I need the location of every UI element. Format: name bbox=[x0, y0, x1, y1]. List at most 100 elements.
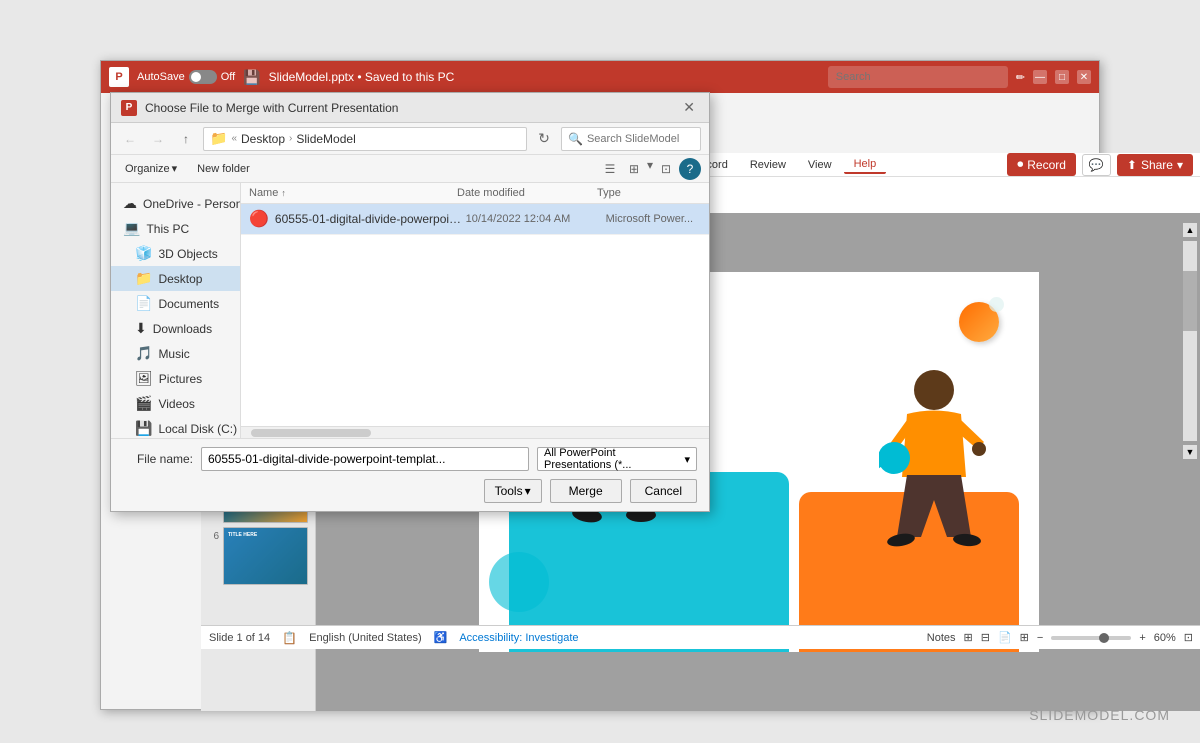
organize-button[interactable]: Organize ▾ bbox=[119, 160, 183, 177]
organize-label: Organize bbox=[125, 163, 170, 175]
zoom-out-btn[interactable]: − bbox=[1037, 632, 1043, 644]
file-type-dropdown[interactable]: All PowerPoint Presentations (*... ▾ bbox=[537, 447, 697, 471]
back-button[interactable]: ← bbox=[119, 128, 141, 150]
nav-videos-label: Videos bbox=[158, 397, 194, 411]
nav-videos[interactable]: 🎬 Videos bbox=[111, 391, 240, 416]
sort-arrow: ↑ bbox=[281, 188, 286, 198]
file-list-header: Name ↑ Date modified Type bbox=[241, 183, 709, 204]
tab-view[interactable]: View bbox=[798, 157, 842, 173]
cloud-icon: ☁ bbox=[123, 195, 137, 212]
powerpoint-logo: P bbox=[109, 67, 129, 87]
dialog-body: ☁ OneDrive - Person... 💻 This PC 🧊 3D Ob… bbox=[111, 183, 709, 438]
comments-button[interactable]: 💬 bbox=[1082, 154, 1111, 176]
slide-image-6[interactable]: TITLE HERE bbox=[223, 527, 308, 585]
record-button[interactable]: ⏺ Record bbox=[1007, 153, 1076, 176]
refresh-button[interactable]: ↻ bbox=[533, 128, 555, 150]
nav-3dobjects-label: 3D Objects bbox=[158, 247, 217, 261]
slide-num-6: 6 bbox=[205, 531, 219, 542]
language-label: English (United States) bbox=[309, 632, 422, 644]
nav-downloads-label: Downloads bbox=[153, 322, 212, 336]
col-name-header[interactable]: Name ↑ bbox=[249, 187, 457, 199]
localc-icon: 💾 bbox=[135, 420, 152, 437]
tab-review[interactable]: Review bbox=[740, 157, 796, 173]
cancel-button[interactable]: Cancel bbox=[630, 479, 697, 503]
status-bar: Slide 1 of 14 📋 English (United States) … bbox=[201, 625, 1200, 649]
zoom-in-btn[interactable]: + bbox=[1139, 632, 1145, 644]
nav-onedrive-label: OneDrive - Person... bbox=[143, 197, 241, 211]
folder-icon: 📁 bbox=[210, 130, 227, 147]
view-chevron[interactable]: ▾ bbox=[647, 158, 653, 180]
search-icon: 🔍 bbox=[568, 132, 583, 146]
tools-chevron: ▾ bbox=[525, 484, 531, 498]
new-folder-button[interactable]: New folder bbox=[189, 161, 258, 177]
notes-button[interactable]: Notes bbox=[927, 632, 956, 644]
nav-localc[interactable]: 💾 Local Disk (C:) bbox=[111, 416, 240, 438]
nav-pictures-label: Pictures bbox=[159, 372, 202, 386]
nav-3dobjects[interactable]: 🧊 3D Objects bbox=[111, 241, 240, 266]
file-name-cell: 60555-01-digital-divide-powerpoint-tem..… bbox=[275, 212, 466, 226]
maximize-button[interactable]: □ bbox=[1055, 70, 1069, 84]
dialog-bottom: File name: All PowerPoint Presentations … bbox=[111, 438, 709, 511]
file-row[interactable]: 🔴 60555-01-digital-divide-powerpoint-tem… bbox=[241, 204, 709, 235]
dialog-actions: Tools ▾ Merge Cancel bbox=[123, 479, 697, 503]
3dobjects-icon: 🧊 bbox=[135, 245, 152, 262]
breadcrumb-desktop[interactable]: Desktop bbox=[241, 132, 285, 146]
share-button[interactable]: ⬆ Share ▾ bbox=[1117, 154, 1193, 176]
nav-onedrive[interactable]: ☁ OneDrive - Person... bbox=[111, 191, 240, 216]
scroll-down-button[interactable]: ▼ bbox=[1183, 445, 1197, 459]
tab-help[interactable]: Help bbox=[844, 156, 887, 174]
merge-button[interactable]: Merge bbox=[550, 479, 622, 503]
fit-slide-icon[interactable]: ⊡ bbox=[1184, 631, 1193, 644]
nav-music[interactable]: 🎵 Music bbox=[111, 341, 240, 366]
slide-info: Slide 1 of 14 bbox=[209, 632, 270, 644]
up-button[interactable]: ↑ bbox=[175, 128, 197, 150]
col-date-header[interactable]: Date modified bbox=[457, 187, 597, 199]
autosave-toggle[interactable] bbox=[189, 70, 217, 84]
nav-thispc[interactable]: 💻 This PC bbox=[111, 216, 240, 241]
minimize-button[interactable]: — bbox=[1033, 70, 1047, 84]
search-input[interactable] bbox=[828, 66, 1008, 88]
reading-view-icon[interactable]: 📄 bbox=[998, 631, 1012, 644]
normal-view-icon[interactable]: ⊞ bbox=[964, 631, 973, 644]
view-list-button[interactable]: ☰ bbox=[599, 158, 621, 180]
dialog-logo: P bbox=[121, 100, 137, 116]
computer-icon: 💻 bbox=[123, 220, 140, 237]
new-folder-label: New folder bbox=[197, 163, 250, 175]
tools-button[interactable]: Tools ▾ bbox=[484, 479, 542, 503]
view-details-button[interactable]: ⊞ bbox=[623, 158, 645, 180]
presenter-view-icon[interactable]: ⊞ bbox=[1020, 631, 1029, 644]
nav-desktop[interactable]: 📁 Desktop bbox=[111, 266, 240, 291]
tools-label: Tools bbox=[495, 484, 523, 498]
autosave-off-label: Off bbox=[221, 71, 235, 83]
view-large-icon-button[interactable]: ⊡ bbox=[655, 158, 677, 180]
pencil-icon: ✏ bbox=[1016, 71, 1025, 84]
close-button[interactable]: ✕ bbox=[1077, 70, 1091, 84]
scroll-thumb[interactable] bbox=[1183, 271, 1197, 331]
file-dialog: P Choose File to Merge with Current Pres… bbox=[110, 92, 710, 512]
file-name-input[interactable] bbox=[201, 447, 529, 471]
dialog-close-button[interactable]: ✕ bbox=[679, 99, 699, 116]
share-icon: ⬆ bbox=[1127, 158, 1137, 172]
watermark: SLIDEMODEL.COM bbox=[1029, 707, 1170, 723]
accessibility-label[interactable]: Accessibility: Investigate bbox=[459, 632, 578, 644]
col-type-header[interactable]: Type bbox=[597, 187, 701, 199]
videos-icon: 🎬 bbox=[135, 395, 152, 412]
search-box: 🔍 bbox=[561, 127, 701, 151]
help-dialog-button[interactable]: ? bbox=[679, 158, 701, 180]
zoom-slider[interactable] bbox=[1051, 636, 1131, 640]
slide-thumb-6[interactable]: 6 TITLE HERE bbox=[205, 527, 311, 585]
horizontal-scrollbar[interactable] bbox=[241, 426, 709, 438]
slide-sorter-icon[interactable]: ⊟ bbox=[981, 631, 990, 644]
zoom-level[interactable]: 60% bbox=[1154, 632, 1176, 644]
nav-documents[interactable]: 📄 Documents bbox=[111, 291, 240, 316]
file-type-value: All PowerPoint Presentations (*... bbox=[544, 447, 684, 471]
navigation-panel: ☁ OneDrive - Person... 💻 This PC 🧊 3D Ob… bbox=[111, 183, 241, 438]
nav-downloads[interactable]: ⬇ Downloads bbox=[111, 316, 240, 341]
nav-pictures[interactable]: 🖼 Pictures bbox=[111, 366, 240, 391]
dialog-nav-toolbar: ← → ↑ 📁 « Desktop › SlideModel ↻ 🔍 bbox=[111, 123, 709, 155]
search-input[interactable] bbox=[587, 133, 694, 145]
name-col-label: Name bbox=[249, 187, 278, 199]
scroll-up-button[interactable]: ▲ bbox=[1183, 223, 1197, 237]
forward-button[interactable]: → bbox=[147, 128, 169, 150]
organize-chevron: ▾ bbox=[172, 162, 178, 175]
